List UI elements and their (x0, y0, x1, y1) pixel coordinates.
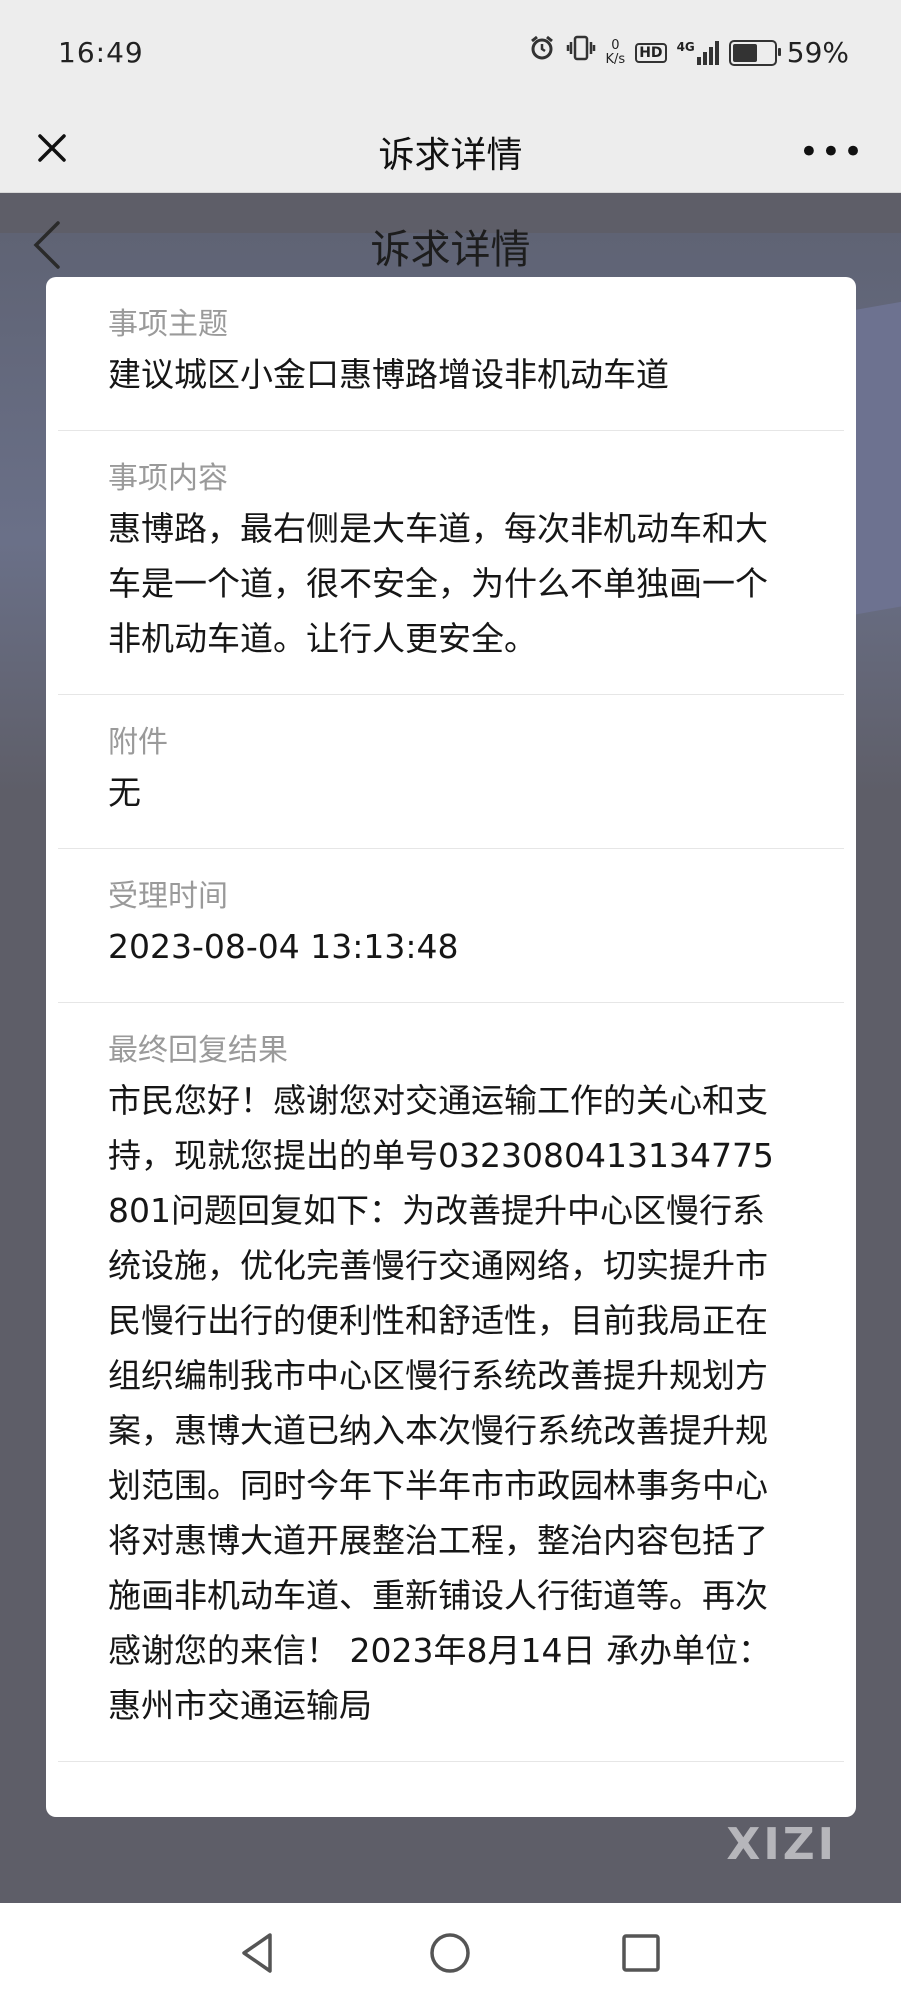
section-attachment: 附件 无 (58, 695, 844, 849)
attachment-value: 无 (108, 773, 141, 812)
accept-time-label: 受理时间 (108, 879, 228, 914)
net-speed: 0 K/s (605, 37, 626, 67)
top-nav: 诉求详情 ••• (0, 108, 901, 193)
subject-value: 建议城区小金口惠博路增设非机动车道 (108, 355, 669, 394)
hd-badge: HD (635, 42, 667, 63)
page-title: 诉求详情 (378, 135, 523, 176)
section-content: 事项内容 惠博路，最右侧是大车道，每次非机动车和大车是一个道，很不安全，为什么不… (58, 431, 844, 695)
alarm-icon (528, 34, 556, 71)
section-subject: 事项主题 建议城区小金口惠博路增设非机动车道 (58, 277, 844, 431)
battery-fill (732, 43, 757, 62)
status-time: 16:49 (58, 36, 144, 69)
battery-percent: 59% (786, 36, 849, 69)
more-icon[interactable]: ••• (799, 132, 865, 172)
triangle-back-icon[interactable] (230, 1925, 286, 1981)
subject-label: 事项主题 (108, 307, 228, 342)
net-speed-unit: K/s (605, 51, 626, 67)
accept-time-value: 2023-08-04 13:13:48 (108, 927, 459, 966)
square-recents-icon[interactable] (613, 1925, 669, 1981)
content-label: 事项内容 (108, 461, 228, 496)
net-speed-value: 0 (611, 37, 620, 53)
inner-page-title: 诉求详情 (370, 227, 531, 273)
detail-card: 事项主题 建议城区小金口惠博路增设非机动车道 事项内容 惠博路，最右侧是大车道，… (46, 277, 856, 1817)
section-final-reply: 最终回复结果 市民您好！感谢您对交通运输工作的关心和支持，现就您提出的单号032… (58, 1003, 844, 1762)
battery-icon (728, 39, 781, 66)
circle-home-icon[interactable] (422, 1925, 478, 1981)
system-nav-bar (0, 1903, 901, 2000)
final-reply-value: 市民您好！感谢您对交通运输工作的关心和支持，现就您提出的单号0323080413… (108, 1081, 774, 1725)
attachment-label: 附件 (108, 725, 168, 760)
content-value: 惠博路，最右侧是大车道，每次非机动车和大车是一个道，很不安全，为什么不单独画一个… (108, 509, 768, 658)
section-accept-time: 受理时间 2023-08-04 13:13:48 (58, 849, 844, 1003)
status-icons: 0 K/s HD 4G 59% (528, 34, 849, 71)
final-reply-label: 最终回复结果 (108, 1033, 288, 1068)
signal-icon: 4G (676, 39, 719, 65)
vibrate-icon (566, 34, 596, 71)
network-type: 4G (676, 39, 695, 54)
status-bar: 16:49 0 K/s HD 4G 59% (0, 0, 901, 108)
watermark: XIZI (726, 1819, 837, 1870)
